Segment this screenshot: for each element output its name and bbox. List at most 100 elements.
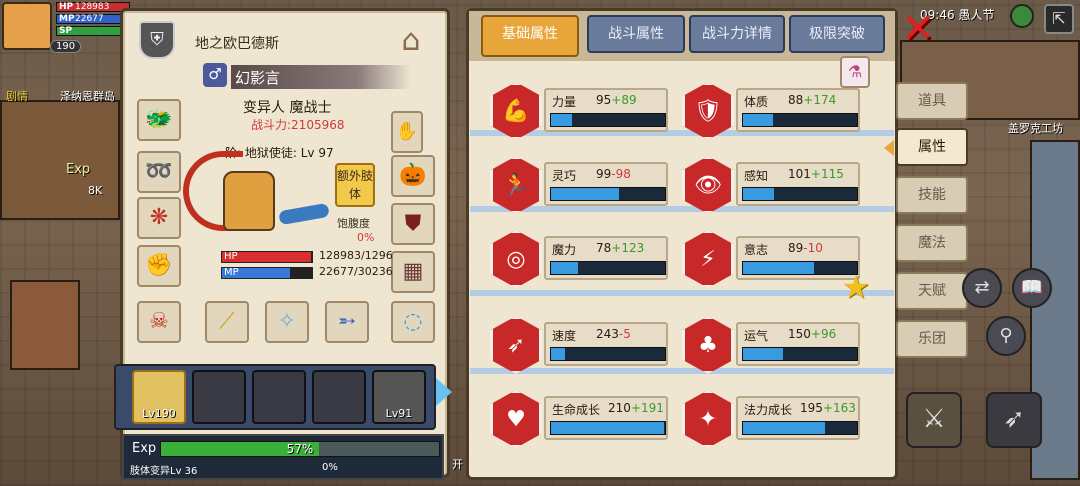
golden-staff-icon: ⟋ [219,309,235,334]
weapon-slot-3[interactable]: ➵ [325,301,369,343]
attribute-base: 99 [596,167,612,181]
hanger-icon[interactable]: ⌂ [385,23,437,63]
equip-slot-ring[interactable]: ◌ [391,301,435,343]
swordfish-icon: ➵ [337,309,357,334]
will-head-icon: ⚡ [682,230,734,288]
attribute-base: 150 [788,327,811,341]
tab-bar: 基础属性 战斗属性 战斗力详情 极限突破 [469,11,895,61]
attribute-base: 89 [788,241,804,255]
weapon-slot-2[interactable]: ✧ [265,301,309,343]
attribute-1[interactable]: 🛡 体质 88+174 [682,78,870,150]
attribute-name: 意志 [744,243,769,257]
equip-slot-accessory[interactable]: ✋ [391,111,423,153]
character-name: 幻影言 [235,69,281,87]
tab-combat-attributes[interactable]: 战斗属性 [587,15,685,53]
attribute-0[interactable]: 💪 力量 95+89 [490,78,678,150]
attribute-box: 魔力 78+123 [544,236,668,280]
equip-slot-hands[interactable]: ✊ [137,245,181,287]
attribute-box: 速度 243-5 [544,322,668,366]
party-slot-2[interactable] [192,370,246,424]
player-hud[interactable]: HP 128983 MP 22677 SP 190 [0,0,130,56]
serpent-necklace-icon: ➿ [145,159,173,184]
hud-sp-bar: SP [56,26,130,36]
party-slot-4[interactable] [312,370,366,424]
attribute-value: 95+89 [596,93,637,107]
side-tab-attributes[interactable]: 属性 [896,128,968,166]
attribute-8[interactable]: ♥ 生命成长 210+191 [490,386,678,458]
weapon-slot-1[interactable]: ⟋ [205,301,249,343]
extra-limb-button[interactable]: 额外肢体 [335,163,375,207]
attribute-value: 99-98 [596,167,631,181]
world-exp-label: Exp [66,162,91,177]
heart-growth-icon: ♥ [490,390,542,448]
attribute-bar [742,347,858,361]
mana-growth-icon: ✦ [682,390,734,448]
swap-icon[interactable]: ⇄ [962,268,1002,308]
party-slot-5[interactable]: Lv91 [372,370,426,424]
character-sprite [183,141,333,251]
attribute-box: 法力成长 195+163 [736,396,860,440]
attribute-2[interactable]: 🏃 灵巧 99-98 [490,152,678,224]
tab-limit-break[interactable]: 极限突破 [789,15,885,53]
equip-slot-shield[interactable]: ⛊ [391,203,435,245]
dragon-helmet-icon: 🐲 [145,107,173,132]
side-tab-items[interactable]: 道具 [896,82,968,120]
magnifier-icon[interactable]: ⚲ [986,316,1026,356]
sword-icon[interactable]: ⚔ [906,392,962,448]
char-hp-label: HP [224,251,238,262]
satiety-value: 0% [357,231,375,244]
side-tab-skills[interactable]: 技能 [896,176,968,214]
attribute-base: 95 [596,93,612,107]
potion-icon[interactable]: ⚗ [840,56,870,88]
bow-icon[interactable]: ➶ [986,392,1042,448]
side-tab-band[interactable]: 乐团 [896,320,968,358]
exit-button[interactable]: ⇱ [1044,4,1074,34]
equip-slot-armor2[interactable]: ▦ [391,251,435,293]
attribute-7[interactable]: ♣ 运气 150+96 [682,312,870,384]
attribute-name: 力量 [552,95,577,109]
spiked-shield-icon: ⛊ [404,211,422,236]
attribute-name: 魔力 [552,243,577,257]
side-tab-talent[interactable]: 天赋 [896,272,968,310]
exp-bar: 57% [160,441,440,457]
exp-label: Exp [132,441,157,456]
attribute-name: 灵巧 [552,169,577,183]
attribute-4[interactable]: ◎ 魔力 78+123 [490,226,678,298]
attribute-6[interactable]: ➶ 速度 243-5 [490,312,678,384]
party-strip: Lv190 Lv91 [114,364,436,430]
hud-hp-bar: HP 128983 [56,2,130,12]
equip-slot-helm2[interactable]: 🎃 [391,155,435,197]
attribute-3[interactable]: 👁 感知 101+115 [682,152,870,224]
side-tab-magic[interactable]: 魔法 [896,224,968,262]
world-exp-value: 8K [88,184,103,197]
hud-level-badge: 190 [50,40,82,53]
attribute-bar-fill [551,422,664,434]
attribute-bar [550,347,666,361]
exp-percent: 57% [286,442,314,456]
equip-slot-head[interactable]: 🐲 [137,99,181,141]
blue-gauntlet-icon: ✋ [395,121,419,142]
equip-slot-neck[interactable]: ➿ [137,151,181,193]
party-slot-3[interactable] [252,370,306,424]
book-icon[interactable]: 📖 [1012,268,1052,308]
attribute-9[interactable]: ✦ 法力成长 195+163 [682,386,870,458]
attribute-bar-fill [743,348,783,360]
close-x-icon[interactable]: ✕ [898,9,938,50]
party-slot-1[interactable]: Lv190 [132,370,186,424]
equip-slot-belt[interactable]: ☠ [137,301,181,343]
attribute-bar [742,421,858,435]
tab-power-details[interactable]: 战斗力详情 [689,15,785,53]
party-next-arrow-icon[interactable] [436,378,452,406]
world-label-area: 泽纳恩群岛 [60,90,115,103]
star-icon[interactable]: ★ [838,270,874,306]
globe-icon[interactable] [1010,4,1034,28]
character-class: 变异人 魔战士 [243,100,332,116]
attribute-modifier: +191 [630,401,664,415]
shield-wings-icon[interactable]: ⛨ [139,21,175,59]
player-avatar[interactable] [2,2,52,50]
male-icon: ♂ [203,63,227,87]
tab-basic-attributes[interactable]: 基础属性 [481,15,579,57]
attribute-bar-fill [743,188,774,200]
equip-slot-body[interactable]: ❋ [137,197,181,239]
attribute-value: 78+123 [596,241,644,255]
